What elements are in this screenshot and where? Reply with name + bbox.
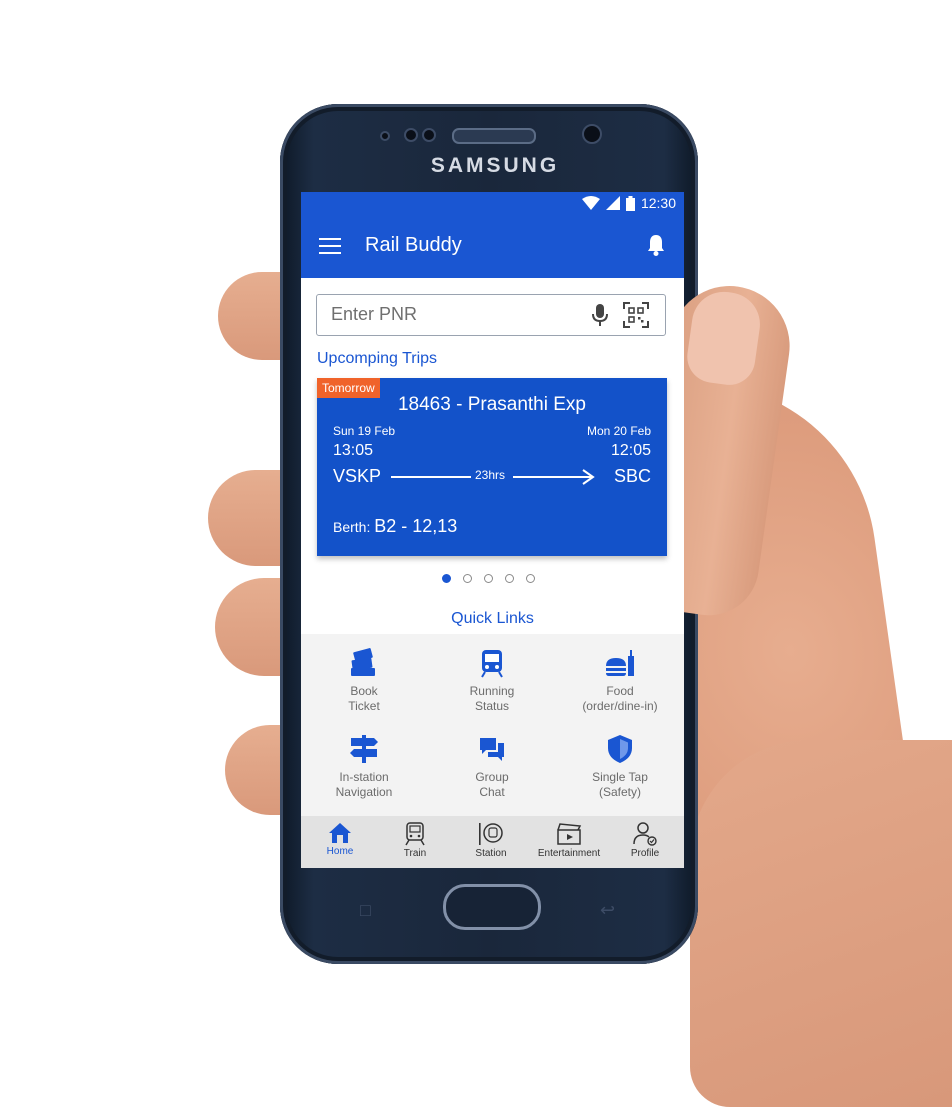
- departure-time: 13:05: [333, 442, 374, 459]
- sensor-icon: [422, 128, 436, 142]
- wifi-icon: [581, 196, 600, 210]
- hand-wrist: [690, 740, 952, 1107]
- arrow-right-icon: [582, 469, 595, 485]
- quick-link-label: (Safety): [598, 785, 641, 799]
- train-front-icon: [481, 650, 503, 678]
- pagination-dot[interactable]: [484, 574, 493, 583]
- status-bar: 12:30: [301, 192, 684, 216]
- battery-icon: [625, 195, 635, 211]
- nav-tab-home[interactable]: Home: [302, 822, 378, 857]
- quick-link-label: Chat: [479, 785, 505, 799]
- qr-scan-icon[interactable]: [623, 302, 649, 328]
- quick-link-label: Navigation: [335, 785, 393, 799]
- trip-card[interactable]: Tomorrow 18463 - Prasanthi Exp Sun 19 Fe…: [317, 378, 667, 556]
- quick-link-label: Book: [350, 684, 378, 698]
- microphone-icon[interactable]: [591, 303, 609, 327]
- pagination-dot[interactable]: [442, 574, 451, 583]
- app-bar: Rail Buddy: [301, 216, 684, 278]
- station-icon: [479, 823, 503, 845]
- sensor-icon: [404, 128, 418, 142]
- train-name: 18463 - Prasanthi Exp: [397, 394, 586, 415]
- quick-link-label: (order/dine-in): [582, 699, 658, 713]
- home-icon: [329, 823, 351, 843]
- arrival-station: SBC: [613, 466, 651, 486]
- clapperboard-icon: [557, 823, 582, 845]
- back-key-icon[interactable]: ↩: [600, 900, 615, 921]
- pagination-dot[interactable]: [463, 574, 472, 583]
- nav-tab-label: Home: [326, 846, 354, 857]
- quick-link-label: In-station: [339, 770, 389, 784]
- tickets-icon: [351, 648, 375, 676]
- quick-link-label: Ticket: [348, 699, 380, 713]
- berth-value: B2 - 12,13: [374, 516, 458, 536]
- pnr-search-box: [316, 294, 666, 336]
- nav-tab-train[interactable]: Train: [377, 822, 453, 859]
- berth-label: Berth:: [333, 519, 371, 535]
- nav-tab-station[interactable]: Station: [453, 822, 529, 859]
- trip-duration: 23hrs: [475, 468, 506, 482]
- bottom-navigation: Home Train Station Entertainment Profile: [301, 816, 684, 868]
- app-title: Rail Buddy: [365, 234, 462, 256]
- sensor-icon: [380, 131, 390, 141]
- departure-station: VSKP: [333, 466, 382, 486]
- food-icon: [606, 650, 634, 676]
- departure-date: Sun 19 Feb: [333, 424, 396, 438]
- device-brand: SAMSUNG: [430, 154, 560, 177]
- quick-link-label: Running: [469, 684, 515, 698]
- quick-link-label: Group: [475, 770, 509, 784]
- recent-apps-key-icon[interactable]: □: [360, 900, 371, 921]
- signal-icon: [605, 196, 620, 210]
- quick-link-in-station-navigation[interactable]: In-station Navigation: [304, 734, 424, 800]
- quick-link-single-tap-safety[interactable]: Single Tap (Safety): [560, 734, 680, 800]
- quick-link-food[interactable]: Food (order/dine-in): [560, 648, 680, 714]
- pnr-input[interactable]: [329, 303, 573, 326]
- quick-link-running-status[interactable]: Running Status: [432, 648, 552, 714]
- quick-link-group-chat[interactable]: Group Chat: [432, 734, 552, 800]
- nav-tab-label: Train: [403, 848, 427, 859]
- nav-tab-label: Profile: [630, 848, 660, 859]
- signpost-icon: [350, 735, 378, 763]
- chat-icon: [480, 738, 504, 761]
- quick-link-label: Food: [606, 684, 634, 698]
- quick-links-grid: Book Ticket Running Status Food (order/d…: [301, 634, 684, 816]
- home-hardware-button[interactable]: [443, 884, 541, 930]
- quick-links-title: Quick Links: [451, 610, 534, 627]
- quick-link-label: Single Tap: [592, 770, 648, 784]
- carousel-pagination: [442, 574, 535, 583]
- nav-tab-label: Entertainment: [537, 848, 601, 859]
- profile-icon: [633, 822, 657, 846]
- status-time: 12:30: [640, 195, 676, 211]
- route-line: [391, 476, 471, 478]
- berth-info: Berth: B2 - 12,13: [333, 516, 457, 537]
- nav-tab-label: Station: [475, 848, 507, 859]
- upcoming-trips-title: Upcomping Trips: [317, 350, 438, 367]
- arrival-date: Mon 20 Feb: [586, 424, 651, 438]
- earpiece-speaker: [452, 128, 536, 144]
- pagination-dot[interactable]: [505, 574, 514, 583]
- quick-link-book-ticket[interactable]: Book Ticket: [304, 648, 424, 714]
- pagination-dot[interactable]: [526, 574, 535, 583]
- menu-icon[interactable]: [319, 238, 341, 254]
- quick-link-label: Status: [474, 699, 510, 713]
- front-camera-icon: [582, 124, 602, 144]
- nav-tab-entertainment[interactable]: Entertainment: [531, 822, 607, 859]
- bell-icon[interactable]: [646, 234, 666, 256]
- arrival-time: 12:05: [610, 442, 651, 459]
- phone-screen: 12:30 Rail Buddy Upcomping Trips Tomorro…: [301, 192, 684, 868]
- nav-tab-profile[interactable]: Profile: [607, 822, 683, 859]
- train-icon: [405, 822, 425, 846]
- shield-icon: [608, 735, 632, 763]
